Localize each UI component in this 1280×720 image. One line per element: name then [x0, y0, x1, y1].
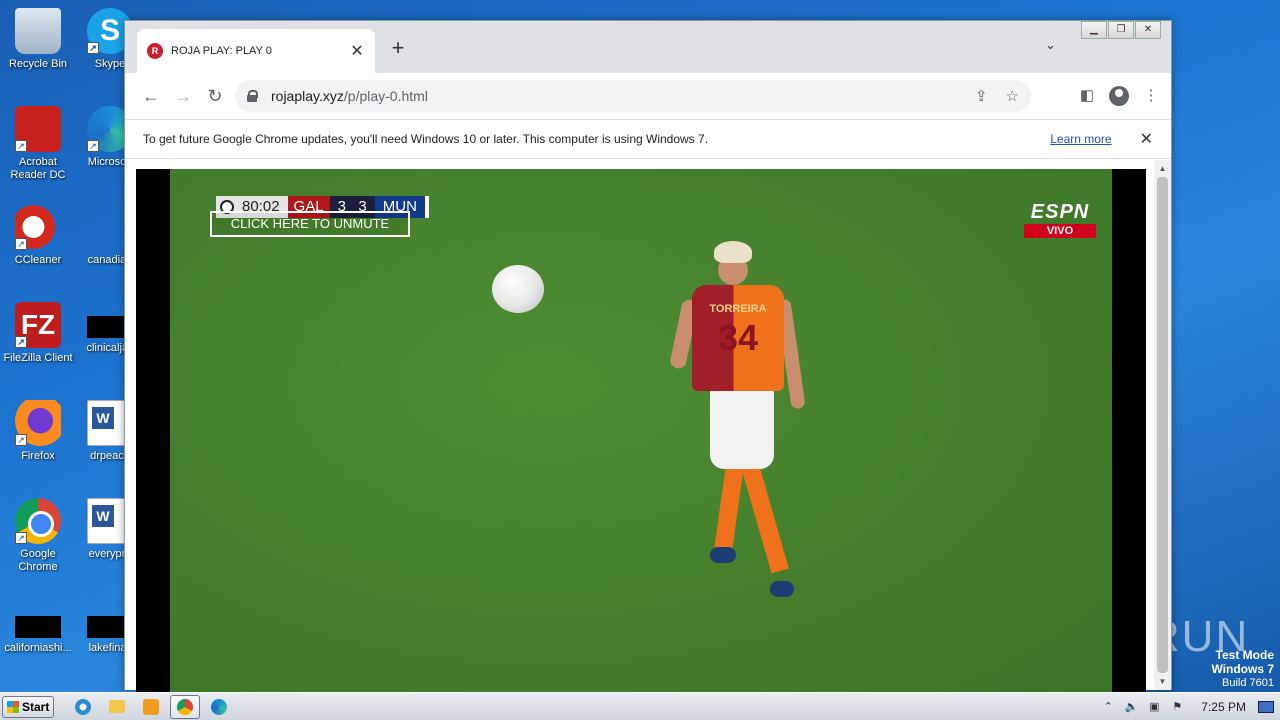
- player-boot: [710, 547, 736, 563]
- player-number: 34: [717, 317, 759, 358]
- player-hair: [714, 241, 752, 263]
- desktop-icon-label: Google Chrome: [18, 548, 58, 573]
- player-figure: TORREIRA 34: [668, 241, 830, 601]
- taskbar-file-explorer[interactable]: [102, 695, 132, 719]
- live-badge: VIVO: [1024, 224, 1096, 238]
- video-player[interactable]: 80:02 GAL 3 3 MUN CLICK HERE TO UNMUTE E…: [136, 169, 1146, 701]
- desktop-icon-firefox[interactable]: ↗ Firefox: [0, 400, 76, 463]
- tab-search-chevron-icon[interactable]: ⌄: [1045, 37, 1056, 53]
- back-arrow-icon[interactable]: ←: [135, 80, 167, 112]
- recycle-bin-icon: [15, 8, 61, 54]
- system-tray: ⌃ 🔈 ▣ ⚑ 7:25 PM: [1101, 693, 1280, 720]
- taskbar-media-player[interactable]: [136, 695, 166, 719]
- share-icon[interactable]: ⇪: [975, 87, 988, 105]
- browser-toolbar: ← → ↻ rojaplay.xyz/p/play-0.html ⇪ ☆ ◧ ⋮: [125, 73, 1171, 119]
- test-mode-notice: Test Mode Windows 7 Build 7601: [1211, 648, 1274, 690]
- unmute-button[interactable]: CLICK HERE TO UNMUTE: [210, 211, 410, 237]
- infobar-message: To get future Google Chrome updates, you…: [143, 132, 709, 146]
- url-path: /p/play-0.html: [343, 88, 428, 104]
- lock-icon[interactable]: [247, 90, 258, 102]
- tab-close-icon[interactable]: ✕: [349, 41, 365, 61]
- start-label: Start: [22, 699, 50, 714]
- desktop-icon-label: californiashi...: [4, 642, 72, 654]
- filezilla-icon: FZ ↗: [15, 302, 61, 348]
- espn-wordmark: ESPN: [1030, 201, 1090, 223]
- chrome-icon: [177, 698, 193, 715]
- clock[interactable]: 7:25 PM: [1201, 700, 1246, 714]
- ccleaner-icon: ↗: [15, 204, 61, 250]
- infobar-close-icon[interactable]: ✕: [1140, 129, 1153, 149]
- update-infobar: To get future Google Chrome updates, you…: [125, 119, 1171, 159]
- network-icon[interactable]: ▣: [1147, 700, 1161, 714]
- media-player-icon: [143, 698, 159, 715]
- desktop-icon-label: CCleaner: [14, 254, 62, 266]
- action-center-flag-icon[interactable]: ⚑: [1170, 700, 1184, 714]
- internet-explorer-icon: [75, 698, 91, 715]
- desktop-icon-label: Acrobat Reader DC: [10, 156, 66, 181]
- restore-button[interactable]: ❐: [1108, 21, 1134, 39]
- forward-arrow-icon[interactable]: →: [167, 80, 199, 112]
- tab-favicon-icon: R: [147, 43, 163, 59]
- chrome-window: R ROJA PLAY: PLAY 0 ✕ + ⌄ ▁ ❐ ✕ ← → ↻ ro…: [124, 20, 1172, 701]
- show-hidden-icons-icon[interactable]: ⌃: [1101, 700, 1115, 714]
- chrome-icon: ↗: [15, 498, 61, 544]
- bookmark-star-icon[interactable]: ☆: [1006, 87, 1019, 105]
- desktop-icon-label: Recycle Bin: [8, 58, 68, 70]
- player-leg: [714, 464, 744, 552]
- desktop-icon-label: FileZilla Client: [3, 352, 73, 364]
- player-boot: [770, 581, 794, 597]
- edge-icon: [211, 698, 227, 715]
- show-desktop-button[interactable]: [1258, 701, 1274, 713]
- folder-icon: [109, 700, 125, 713]
- desktop-icon-acrobat[interactable]: ↗ Acrobat Reader DC: [0, 106, 76, 182]
- minimize-button[interactable]: ▁: [1081, 21, 1107, 39]
- taskbar: Start ⌃ 🔈 ▣ ⚑ 7:25 PM: [0, 692, 1280, 720]
- desktop-icon-label: Firefox: [21, 450, 55, 462]
- video-frame: 80:02 GAL 3 3 MUN CLICK HERE TO UNMUTE E…: [170, 169, 1112, 701]
- learn-more-link[interactable]: Learn more: [1050, 132, 1111, 146]
- desktop-icon-ccleaner[interactable]: ↗ CCleaner: [0, 204, 76, 267]
- firefox-icon: ↗: [15, 400, 61, 446]
- scroll-down-arrow-icon[interactable]: ▼: [1154, 673, 1171, 690]
- taskbar-chrome[interactable]: [170, 694, 200, 719]
- desktop-icon-label: Skype: [94, 58, 126, 70]
- reload-icon[interactable]: ↻: [199, 80, 231, 112]
- desktop-icon-californiashi[interactable]: californiashi...: [0, 602, 76, 655]
- toolbar-right: ◧ ⋮: [1071, 80, 1167, 112]
- side-panel-icon[interactable]: ◧: [1071, 80, 1103, 112]
- desktop-icon-filezilla[interactable]: FZ ↗ FileZilla Client: [0, 302, 76, 365]
- football: [492, 265, 544, 313]
- scroll-up-arrow-icon[interactable]: ▲: [1154, 160, 1171, 177]
- url-domain: rojaplay.xyz: [271, 88, 344, 104]
- address-bar[interactable]: rojaplay.xyz/p/play-0.html ⇪ ☆: [235, 80, 1031, 112]
- taskbar-edge[interactable]: [204, 695, 234, 719]
- close-window-button[interactable]: ✕: [1135, 21, 1161, 39]
- test-mode-line: Test Mode: [1215, 648, 1274, 662]
- page-content: 80:02 GAL 3 3 MUN CLICK HERE TO UNMUTE E…: [125, 160, 1171, 701]
- acrobat-icon: ↗: [15, 106, 61, 152]
- desktop-icon-recycle-bin[interactable]: Recycle Bin: [0, 8, 76, 71]
- build-line: Build 7601: [1222, 677, 1274, 689]
- tab-strip: R ROJA PLAY: PLAY 0 ✕ + ⌄ ▁ ❐ ✕: [125, 21, 1171, 73]
- player-name: TORREIRA: [709, 303, 767, 315]
- espn-logo: ESPN VIVO: [1024, 201, 1096, 238]
- file-icon: [15, 616, 61, 638]
- menu-kebab-icon[interactable]: ⋮: [1135, 80, 1167, 112]
- taskbar-internet-explorer[interactable]: [68, 695, 98, 719]
- url-text[interactable]: rojaplay.xyz/p/play-0.html: [271, 88, 957, 104]
- new-tab-button[interactable]: +: [387, 35, 409, 61]
- volume-icon[interactable]: 🔈: [1124, 700, 1138, 714]
- player-shorts: [710, 389, 774, 469]
- desktop-icon-google-chrome[interactable]: ↗ Google Chrome: [0, 498, 76, 574]
- window-controls: ▁ ❐ ✕: [1080, 21, 1161, 39]
- start-button[interactable]: Start: [2, 695, 54, 718]
- tab-roja-play[interactable]: R ROJA PLAY: PLAY 0 ✕: [137, 29, 375, 73]
- tab-title: ROJA PLAY: PLAY 0: [171, 45, 272, 57]
- windows-version-line: Windows 7: [1211, 662, 1274, 676]
- scroll-thumb[interactable]: [1157, 177, 1168, 673]
- player-leg: [741, 462, 789, 574]
- profile-avatar-icon[interactable]: [1109, 86, 1129, 106]
- windows-logo-icon: [7, 700, 19, 713]
- page-scrollbar[interactable]: ▲ ▼: [1154, 160, 1171, 690]
